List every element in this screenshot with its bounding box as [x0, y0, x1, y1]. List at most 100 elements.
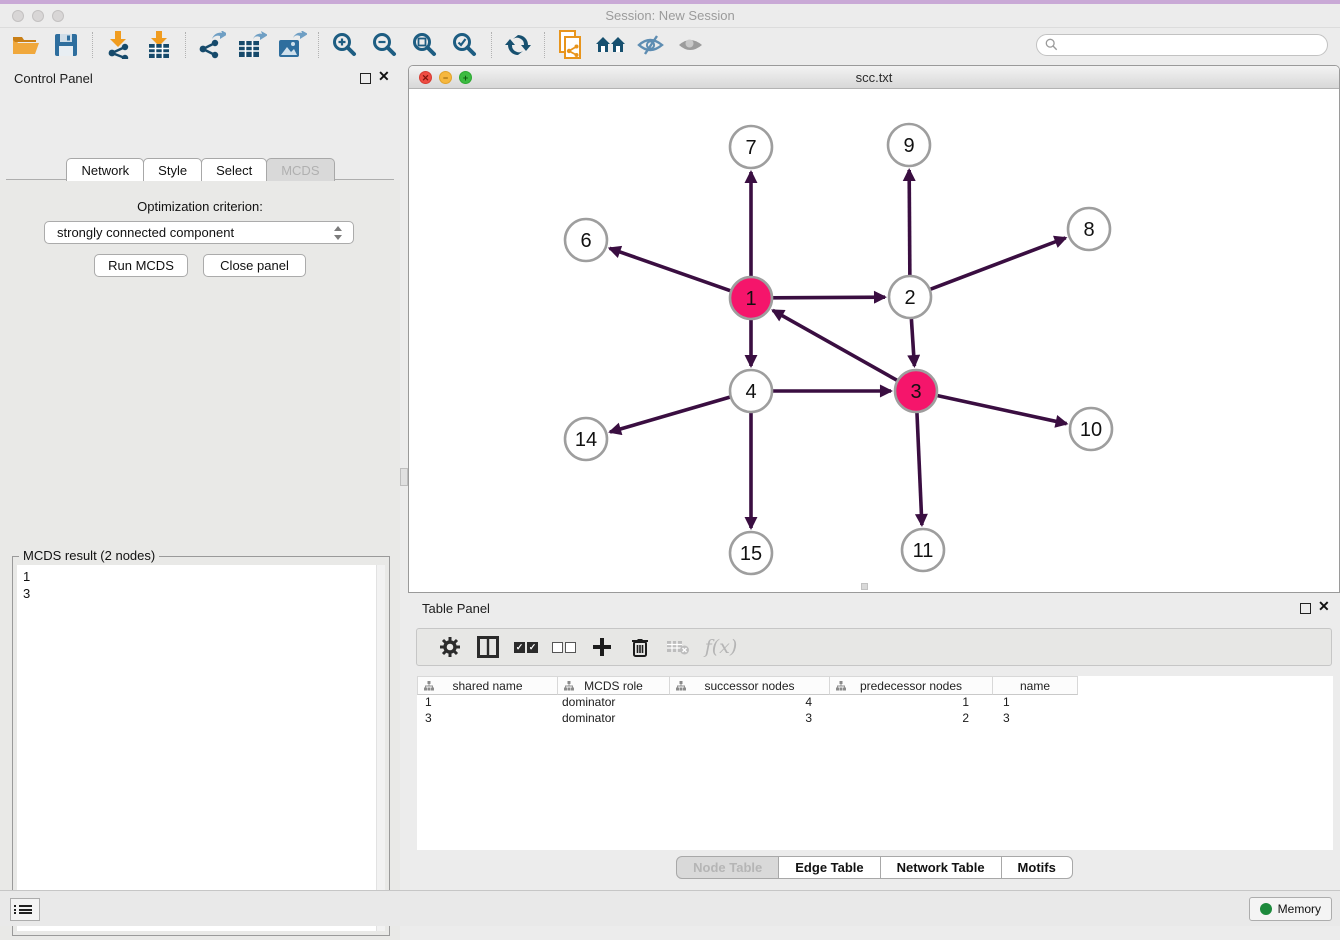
column-header-name[interactable]: name [993, 676, 1078, 695]
memory-button[interactable]: Memory [1249, 897, 1332, 921]
import-network-icon[interactable] [99, 30, 139, 60]
export-image-icon[interactable] [272, 30, 312, 60]
tab-network[interactable]: Network [66, 158, 144, 181]
column-header-predecessor-nodes[interactable]: predecessor nodes [830, 676, 993, 695]
select-stepper-icon [333, 225, 344, 241]
table-cell[interactable]: dominator [558, 695, 670, 711]
zoom-out-icon[interactable] [365, 30, 405, 60]
column-type-icon [676, 681, 686, 691]
column-type-icon [836, 681, 846, 691]
table-cell[interactable]: dominator [558, 711, 670, 727]
tab-mcds[interactable]: MCDS [266, 158, 334, 181]
run-mcds-button[interactable]: Run MCDS [94, 254, 188, 277]
graph-node-label: 11 [913, 540, 934, 562]
application-window: Session: New Session [0, 0, 1340, 926]
export-table-icon[interactable] [232, 30, 272, 60]
zoom-in-icon[interactable] [325, 30, 365, 60]
table-cell[interactable]: 4 [670, 695, 830, 711]
titlebar: Session: New Session [0, 4, 1340, 28]
search-input[interactable] [1036, 34, 1328, 56]
graph-edge-2-9[interactable] [909, 170, 910, 275]
toolbar-separator [544, 32, 545, 58]
graph-edge-3-11[interactable] [917, 413, 922, 525]
table-close-icon[interactable]: ✕ [1318, 598, 1330, 615]
float-panel-icon[interactable] [360, 73, 371, 84]
table-cell[interactable]: 2 [830, 711, 993, 727]
graph-node-label: 14 [575, 429, 597, 451]
splitter-grip[interactable] [400, 468, 408, 486]
table-header-row: shared name MCDS role successor nodes pr… [417, 676, 1333, 695]
tab-edge-table[interactable]: Edge Table [778, 856, 880, 879]
select-all-columns-icon[interactable]: ✓✓ [507, 632, 545, 662]
control-panel-header: Control Panel ✕ [0, 62, 400, 95]
table-cell[interactable]: 3 [417, 711, 558, 727]
mcds-panel-body: Optimization criterion: strongly connect… [0, 180, 400, 940]
vertical-splitter[interactable] [400, 62, 408, 890]
share-document-icon[interactable] [551, 30, 591, 60]
network-graph[interactable]: 1234678910111415 [409, 89, 1339, 592]
delete-table-icon[interactable] [659, 632, 697, 662]
table-cell[interactable]: 1 [417, 695, 558, 711]
graph-edge-4-14[interactable] [610, 397, 730, 432]
graph-node-label: 8 [1083, 219, 1094, 241]
task-history-button[interactable] [10, 898, 40, 921]
optimization-criterion-select[interactable]: strongly connected component [44, 221, 354, 244]
graph-edge-1-2[interactable] [773, 297, 885, 298]
import-table-icon[interactable] [139, 30, 179, 60]
table-cell[interactable]: 1 [993, 695, 1078, 711]
result-scrollbar[interactable] [376, 565, 385, 931]
close-panel-button[interactable]: Close panel [203, 254, 306, 277]
table-settings-gear-icon[interactable] [431, 632, 469, 662]
graph-edge-2-3[interactable] [911, 319, 914, 366]
close-panel-icon[interactable]: ✕ [378, 68, 390, 85]
tab-network-table[interactable]: Network Table [880, 856, 1002, 879]
graph-edge-1-6[interactable] [610, 248, 731, 290]
graph-edge-3-1[interactable] [773, 310, 897, 380]
unselect-all-columns-icon[interactable] [545, 632, 583, 662]
refresh-view-icon[interactable] [498, 30, 538, 60]
mcds-result-text[interactable]: 1 3 [17, 565, 385, 931]
graph-edge-2-8[interactable] [931, 238, 1066, 289]
export-network-icon[interactable] [192, 30, 232, 60]
window-title: Session: New Session [0, 8, 1340, 23]
table-cell[interactable]: 3 [993, 711, 1078, 727]
table-body: 1dominator4113dominator323 [417, 695, 1333, 727]
zoom-fit-icon[interactable] [405, 30, 445, 60]
open-session-icon[interactable] [6, 30, 46, 60]
delete-column-trash-icon[interactable] [621, 632, 659, 662]
control-panel-title: Control Panel [14, 71, 93, 86]
table-cell[interactable]: 1 [830, 695, 993, 711]
network-view-window: ✕ − + scc.txt 1234678910111415 [408, 65, 1340, 593]
home-pages-icon[interactable] [591, 30, 631, 60]
toolbar-separator [491, 32, 492, 58]
table-row[interactable]: 1dominator411 [417, 695, 1333, 711]
create-column-plus-icon[interactable] [583, 632, 621, 662]
tab-select[interactable]: Select [201, 158, 267, 181]
graph-node-label: 2 [904, 287, 915, 309]
table-row[interactable]: 3dominator323 [417, 711, 1333, 727]
function-builder-icon[interactable]: f(x) [697, 632, 745, 662]
graph-node-label: 4 [745, 381, 756, 403]
graph-node-label: 15 [740, 543, 762, 565]
graph-node-label: 3 [910, 381, 921, 403]
graph-edge-3-10[interactable] [937, 396, 1066, 424]
column-header-successor-nodes[interactable]: successor nodes [670, 676, 830, 695]
save-session-icon[interactable] [46, 30, 86, 60]
table-panel: Table Panel ✕ ✓✓ [408, 595, 1340, 890]
memory-status-dot [1260, 903, 1272, 915]
network-canvas[interactable]: 1234678910111415 [409, 89, 1339, 592]
column-header-shared-name[interactable]: shared name [417, 676, 558, 695]
canvas-resize-grip[interactable] [861, 583, 868, 590]
tab-node-table[interactable]: Node Table [676, 856, 779, 879]
show-eye-icon[interactable] [671, 30, 711, 60]
hide-eye-icon[interactable] [631, 30, 671, 60]
table-cell[interactable]: 3 [670, 711, 830, 727]
tab-motifs[interactable]: Motifs [1001, 856, 1073, 879]
zoom-selected-icon[interactable] [445, 30, 485, 60]
show-column-panel-icon[interactable] [469, 632, 507, 662]
table-float-icon[interactable] [1300, 603, 1311, 614]
network-window-titlebar[interactable]: ✕ − + scc.txt [409, 66, 1339, 89]
tab-style[interactable]: Style [143, 158, 202, 181]
graph-node-label: 6 [580, 230, 591, 252]
column-header-mcds-role[interactable]: MCDS role [558, 676, 670, 695]
